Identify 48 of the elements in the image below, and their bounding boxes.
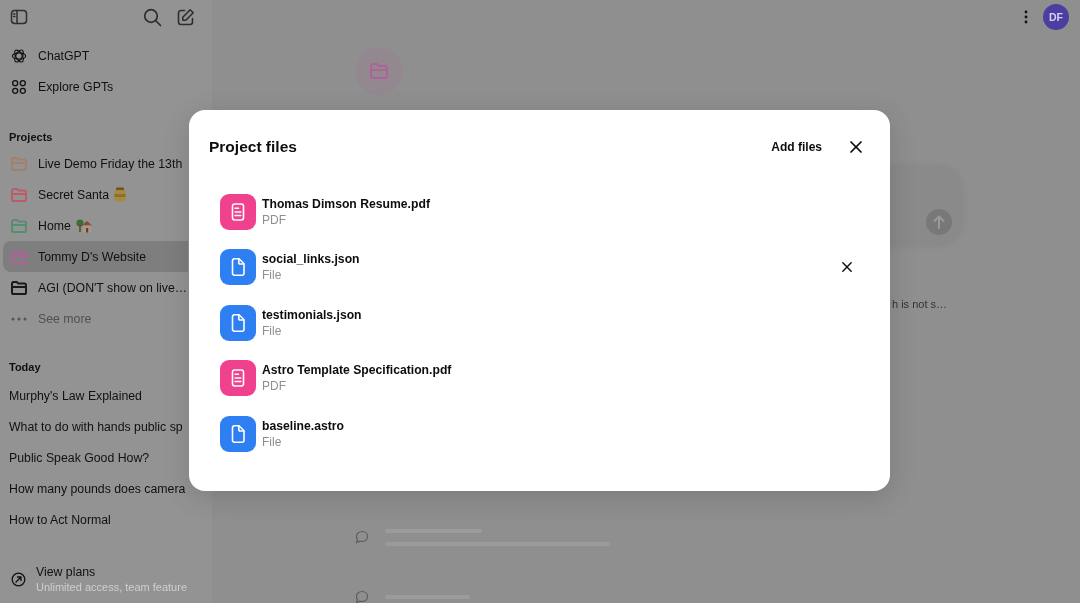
document-icon xyxy=(220,415,256,452)
nav-item[interactable]: ChatGPT xyxy=(3,40,209,71)
file-name: baseline.astro xyxy=(262,417,344,434)
document-icon xyxy=(220,249,256,286)
chat-item[interactable]: What to do with hands public sp xyxy=(3,411,188,442)
more-options-icon[interactable] xyxy=(1024,10,1028,24)
jar-icon xyxy=(114,187,127,202)
file-name: social_links.json xyxy=(262,251,360,268)
chat-item[interactable]: How many pounds does camera xyxy=(3,473,188,504)
file-type: File xyxy=(262,323,282,339)
file-name: Thomas Dimson Resume.pdf xyxy=(262,195,430,212)
project-item[interactable]: Secret Santa xyxy=(3,179,188,210)
section-heading: Today xyxy=(9,359,41,375)
nav-item[interactable]: Explore GPTs xyxy=(3,71,209,102)
file-type: PDF xyxy=(262,212,286,228)
pdf-document-icon xyxy=(220,193,256,230)
file-type: File xyxy=(262,268,282,284)
file-type: PDF xyxy=(262,379,286,395)
compose-icon[interactable] xyxy=(176,7,195,27)
project-item[interactable]: Tommy D's Website xyxy=(3,241,188,272)
project-item[interactable]: AGI (DON'T show on live… xyxy=(3,272,188,303)
project-item[interactable]: Home xyxy=(3,210,188,241)
logo-icon xyxy=(11,47,27,64)
search-icon[interactable] xyxy=(143,7,162,27)
chat-item[interactable]: How to Act Normal xyxy=(3,504,188,535)
add-files-button[interactable]: Add files xyxy=(761,134,832,160)
more-dots-icon xyxy=(11,316,27,321)
chat-item[interactable]: Murphy's Law Explained xyxy=(3,380,188,411)
section-heading: Projects xyxy=(9,130,53,145)
close-icon xyxy=(850,141,862,153)
file-name: testimonials.json xyxy=(262,306,362,323)
chat-item[interactable]: Public Speak Good How? xyxy=(3,442,188,473)
grid-icon xyxy=(11,78,27,95)
project-item[interactable]: Live Demo Friday the 13th xyxy=(3,148,188,179)
house-icon xyxy=(75,218,92,233)
project-folder-icon xyxy=(355,47,403,95)
dialog-title: Project files xyxy=(209,138,297,156)
sidebar-toggle-icon[interactable] xyxy=(10,8,28,26)
document-icon xyxy=(220,304,256,341)
chat-bubble-icon xyxy=(355,590,369,603)
file-type: File xyxy=(262,434,282,450)
view-plans-item[interactable]: View plans Unlimited access, team feature xyxy=(0,565,212,603)
profile-avatar[interactable]: DF xyxy=(1043,4,1069,30)
remove-icon xyxy=(842,262,852,273)
card-text: h is not s… xyxy=(891,297,947,311)
chat-bubble-icon xyxy=(355,530,369,544)
file-name: Astro Template Specification.pdf xyxy=(262,362,452,379)
pdf-document-icon xyxy=(220,360,256,397)
